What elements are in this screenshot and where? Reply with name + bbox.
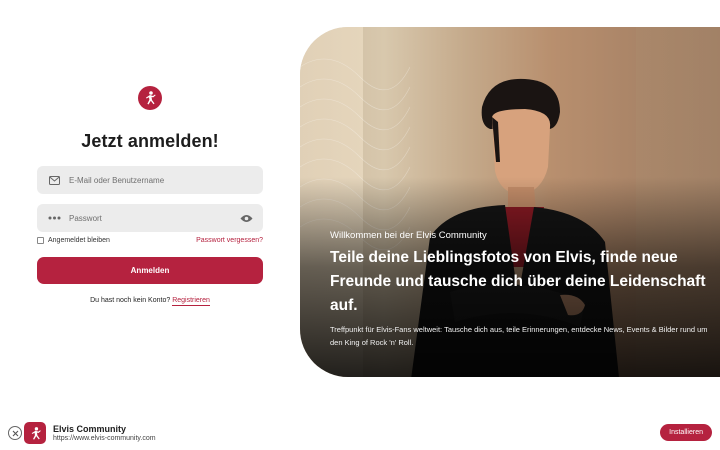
mail-icon [47,174,61,186]
login-button[interactable]: Anmelden [37,257,263,284]
email-field[interactable] [37,166,263,194]
close-icon[interactable] [8,426,22,440]
no-account-text: Du hast noch kein Konto? [90,297,171,304]
app-url: https://www.elvis-community.com [53,435,156,442]
forgot-password-link[interactable]: Passwort vergessen? [196,237,263,244]
install-button[interactable]: Installieren [660,424,712,441]
elvis-dancer-icon [138,86,162,110]
password-field[interactable] [37,204,263,232]
email-input[interactable] [69,175,253,185]
hero-subtext: Treffpunkt für Elvis-Fans weltweit: Taus… [330,325,708,347]
app-info: Elvis Community https://www.elvis-commun… [53,424,156,442]
signup-prompt: Du hast noch kein Konto? Registrieren [37,297,263,306]
password-dots-icon [47,212,61,224]
remember-me[interactable]: Angemeldet bleiben [37,237,110,244]
login-panel: Jetzt anmelden! Angemeldet bleiben Passw… [37,86,263,306]
options-row: Angemeldet bleiben Passwort vergessen? [37,237,263,244]
app-icon [24,422,46,444]
eye-icon[interactable] [239,212,253,224]
remember-checkbox[interactable] [37,237,44,244]
page-title: Jetzt anmelden! [81,131,219,151]
app-name: Elvis Community [53,424,127,434]
hero-welcome: Willkommen bei der Elvis Community [330,230,487,241]
install-banner: Elvis Community https://www.elvis-commun… [8,420,720,446]
remember-label: Angemeldet bleiben [48,237,110,244]
hero-image: Willkommen bei der Elvis Community Teile… [300,27,720,377]
hero-headline: Teile deine Lieblingsfotos von Elvis, fi… [330,249,706,314]
hero-text: Willkommen bei der Elvis Community Teile… [330,230,710,349]
password-input[interactable] [69,213,239,223]
register-link[interactable]: Registrieren [172,297,210,306]
page: Jetzt anmelden! Angemeldet bleiben Passw… [0,0,720,450]
